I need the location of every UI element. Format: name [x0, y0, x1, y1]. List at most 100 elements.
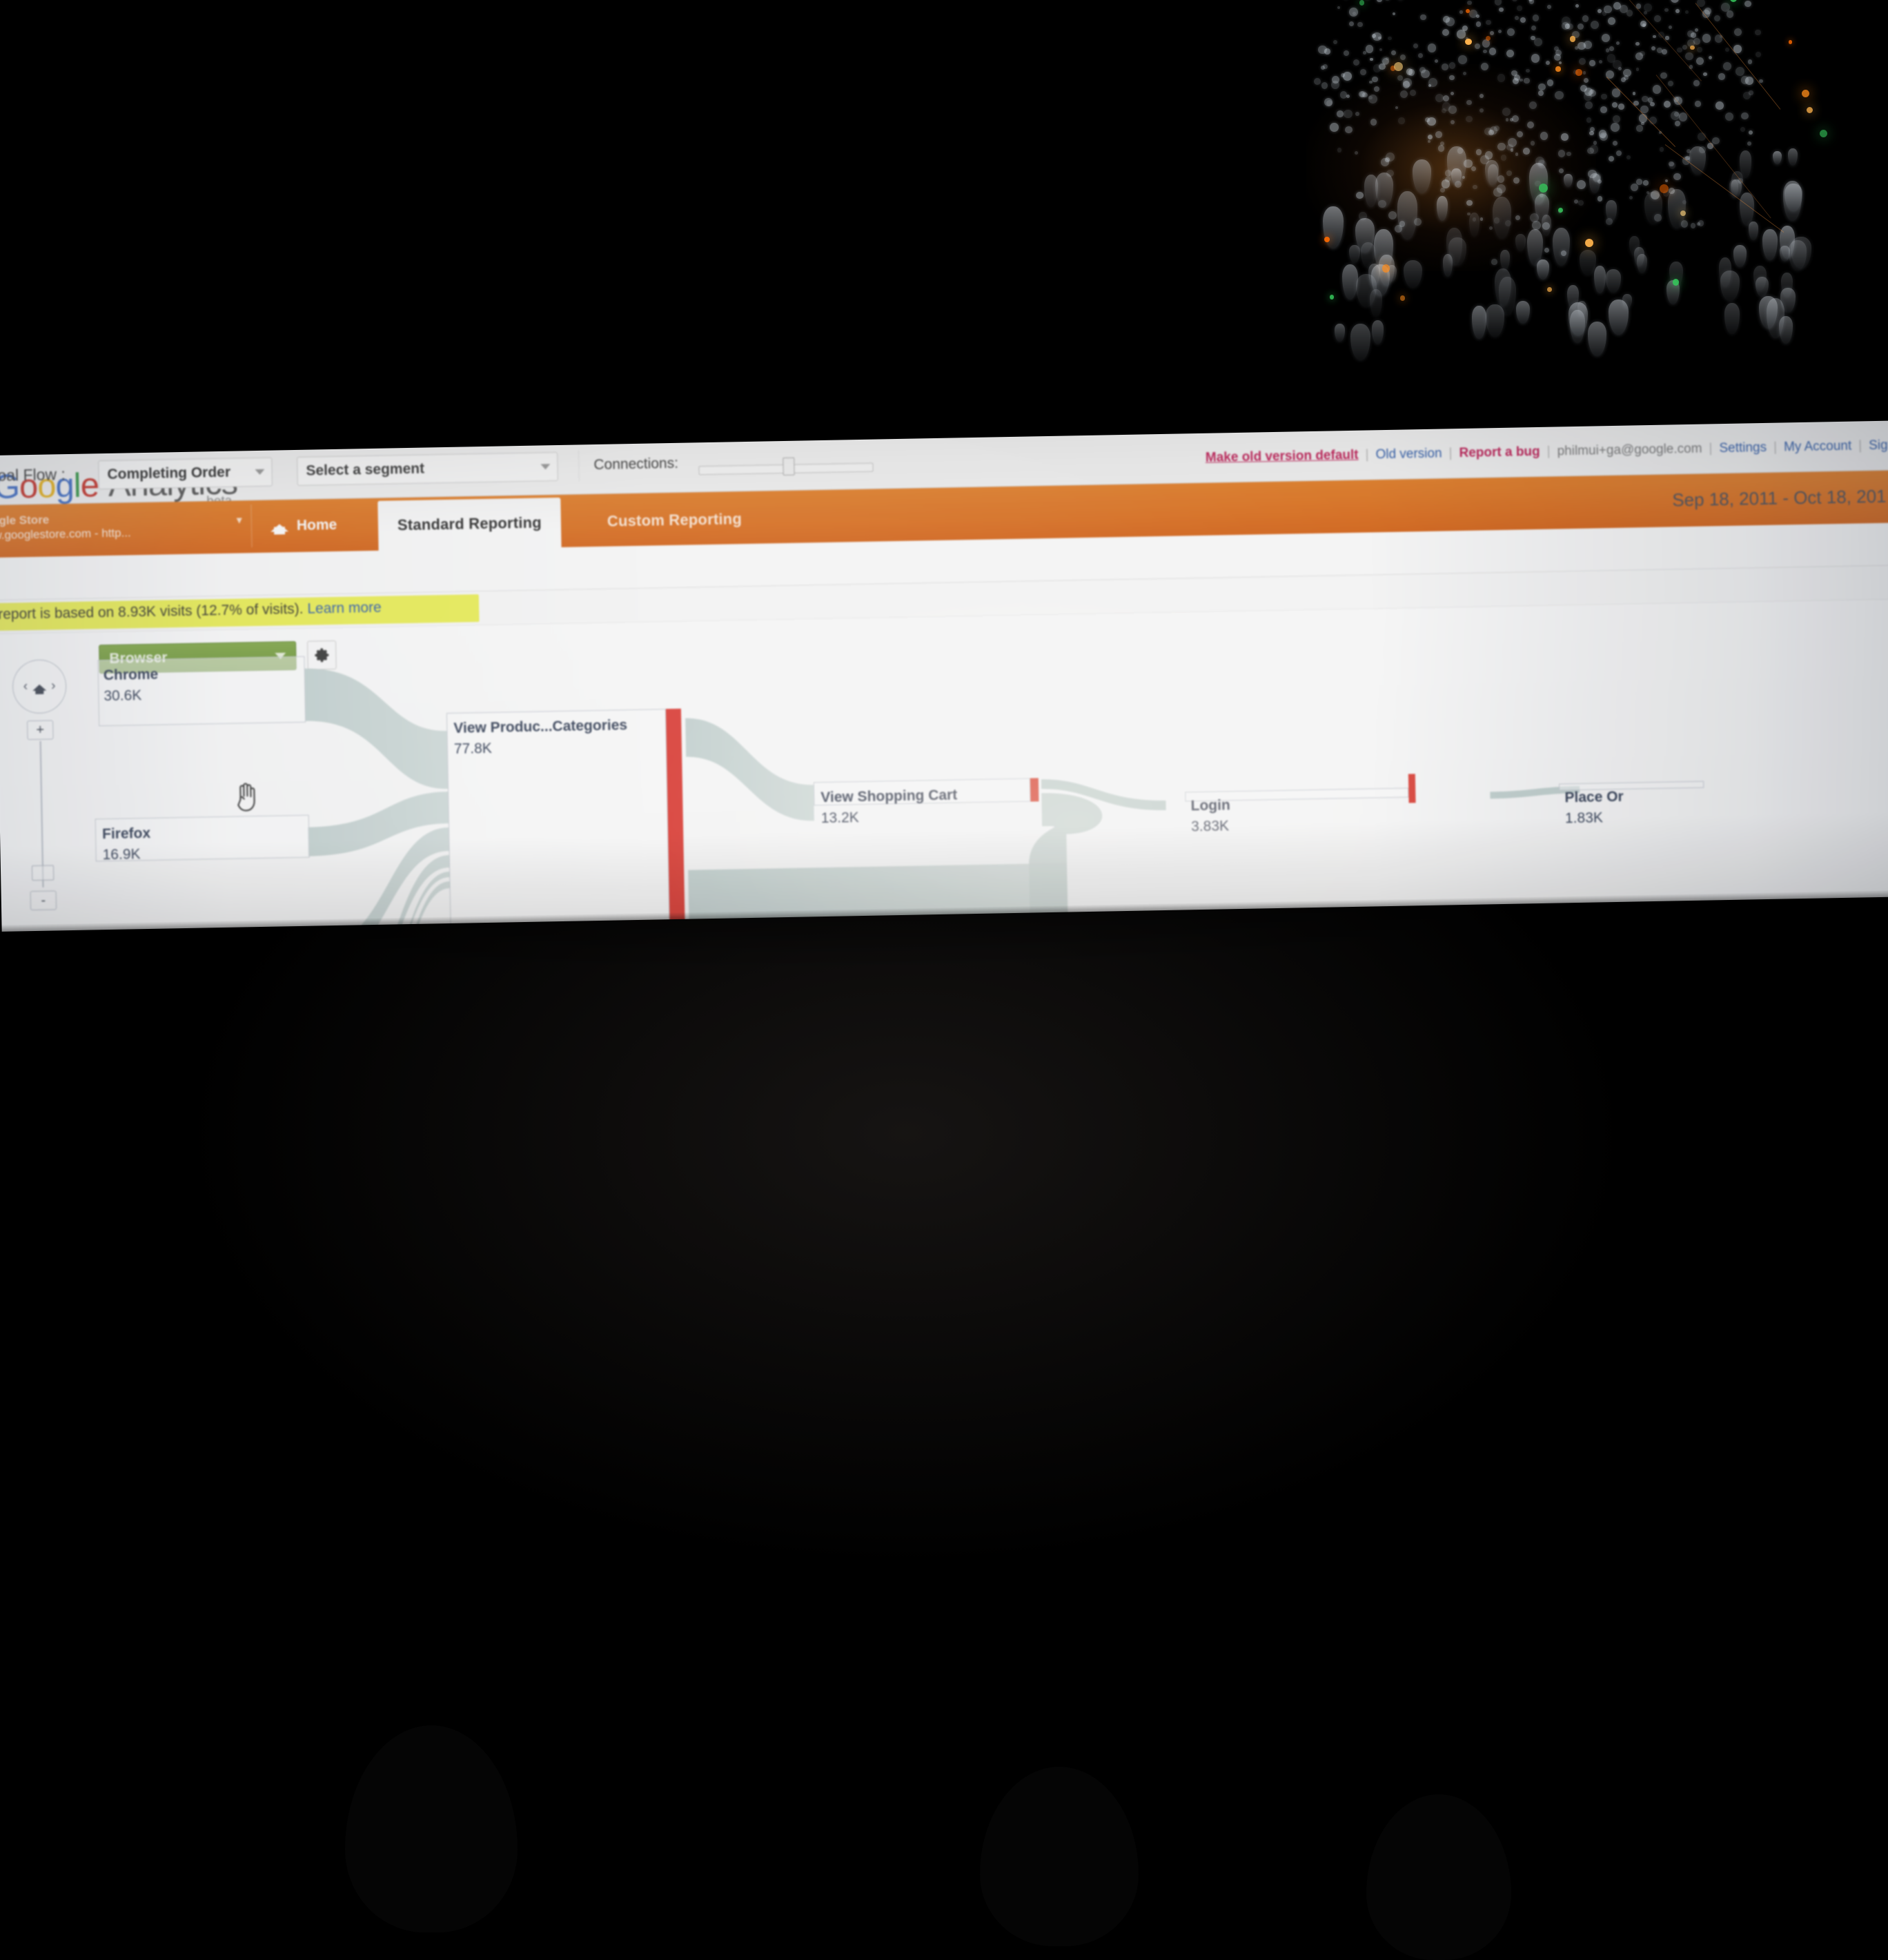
account-email-link[interactable]: philmui+ga@google.com	[1557, 442, 1702, 460]
sign-out-link[interactable]: Sign	[1869, 438, 1888, 453]
chandelier-crystal	[1664, 101, 1671, 108]
chandelier-light-streak	[1665, 144, 1784, 233]
chandelier-crystal	[1609, 46, 1614, 51]
report-a-bug-link[interactable]: Report a bug	[1459, 444, 1540, 461]
chandelier-drop	[1622, 294, 1632, 308]
chandelier-crystal	[1658, 32, 1664, 38]
chandelier-crystal	[1609, 156, 1614, 161]
chandelier-crystal	[1399, 221, 1406, 227]
chandelier-crystal	[1590, 145, 1598, 153]
chandelier-light-spark	[1807, 107, 1813, 114]
node-value: 30.6K	[104, 685, 159, 707]
chandelier-crystal	[1531, 26, 1536, 30]
chandelier-crystal	[1685, 156, 1689, 160]
chandelier-drop	[1537, 259, 1549, 279]
chandelier-drop	[1731, 171, 1742, 195]
goal-select[interactable]: Completing Order	[98, 458, 273, 490]
chandelier-crystal	[1629, 196, 1633, 199]
chandelier-crystal	[1599, 60, 1602, 63]
chandelier-crystal	[1381, 158, 1389, 166]
chandelier-crystal	[1597, 179, 1602, 184]
chandelier-crystal	[1540, 132, 1548, 139]
connections-label: Connections:	[593, 455, 678, 473]
nav-home-button[interactable]: Home	[271, 509, 337, 543]
chandelier-crystal	[1517, 6, 1522, 11]
chandelier-drop	[1756, 277, 1769, 297]
tab-custom-reporting[interactable]: Custom Reporting	[587, 494, 761, 547]
node-label-chrome: Chrome 30.6K	[104, 665, 159, 707]
chandelier-crystal	[1362, 92, 1367, 97]
chandelier-crystal	[1324, 98, 1333, 106]
chandelier-crystal	[1515, 153, 1519, 156]
nav-separator: |	[1358, 447, 1375, 462]
chandelier-drop	[1495, 268, 1511, 306]
chevron-down-icon[interactable]: ▼	[235, 514, 244, 525]
chandelier-crystal	[1318, 46, 1327, 55]
chandelier-crystal	[1435, 131, 1442, 138]
chandelier-drop	[1356, 274, 1377, 308]
chandelier-crystal	[1379, 48, 1382, 51]
chandelier-drop	[1781, 273, 1793, 297]
chandelier-drop	[1644, 192, 1663, 224]
chandelier-crystal	[1575, 46, 1578, 50]
chandelier-crystal	[1682, 45, 1687, 50]
chandelier-light-streak	[1655, 75, 1771, 218]
chandelier-crystal	[1555, 91, 1564, 100]
chandelier-crystal	[1511, 70, 1517, 76]
chandelier-crystal	[1331, 81, 1339, 89]
chandelier-crystal	[1386, 170, 1393, 177]
chandelier-crystal	[1451, 120, 1455, 124]
chandelier-crystal	[1488, 130, 1494, 135]
chandelier-crystal	[1607, 54, 1615, 62]
chandelier-crystal	[1718, 73, 1725, 80]
chandelier-crystal	[1467, 1, 1472, 6]
chandelier-crystal	[1669, 162, 1676, 169]
chandelier-crystal	[1559, 61, 1562, 64]
chandelier-crystal	[1527, 121, 1534, 128]
chandelier-crystal	[1428, 43, 1436, 52]
chandelier-crystal	[1712, 137, 1720, 145]
chandelier-light-spark	[1680, 210, 1686, 216]
chandelier-crystal	[1695, 101, 1700, 106]
chandelier-crystal	[1471, 166, 1476, 171]
goal-flow-sankey-diagram[interactable]	[0, 599, 1888, 931]
chandelier-crystal	[1529, 101, 1537, 109]
old-version-link[interactable]: Old version	[1375, 447, 1442, 463]
tab-standard-reporting[interactable]: Standard Reporting	[377, 498, 561, 551]
make-old-version-default-link[interactable]: Make old version default	[1206, 448, 1359, 466]
chandelier-crystal	[1698, 133, 1706, 141]
chandelier-crystal	[1593, 173, 1601, 181]
profile-selector[interactable]: oogle Store ww.googlestore.com - http...	[0, 504, 246, 553]
chandelier-drop	[1451, 168, 1462, 184]
my-account-link[interactable]: My Account	[1784, 439, 1852, 455]
chandelier-crystal	[1657, 48, 1662, 53]
chandelier-drop	[1535, 194, 1549, 221]
chandelier-crystal	[1524, 78, 1529, 84]
chandelier-crystal	[1639, 114, 1648, 123]
chandelier-crystal	[1403, 81, 1410, 88]
chandelier-light-spark	[1802, 90, 1809, 97]
chandelier-drop	[1527, 229, 1542, 266]
date-range-selector[interactable]: Sep 18, 2011 - Oct 18, 201	[1672, 486, 1887, 511]
settings-link[interactable]: Settings	[1719, 440, 1767, 456]
audience-head	[345, 1725, 518, 1932]
chandelier-crystal	[1687, 30, 1694, 37]
chandelier-crystal	[1479, 94, 1484, 98]
chandelier-light-spark	[1820, 130, 1827, 137]
chandelier-crystal	[1360, 91, 1366, 97]
learn-more-link[interactable]: Learn more	[307, 600, 382, 617]
chandelier-crystal	[1528, 0, 1533, 1]
chandelier-crystal	[1457, 148, 1464, 154]
segment-select[interactable]: Select a segment	[297, 452, 558, 486]
chandelier-crystal	[1506, 170, 1512, 176]
chandelier-crystal	[1593, 141, 1597, 144]
connections-slider-handle[interactable]	[783, 458, 794, 476]
chandelier-crystal	[1649, 117, 1657, 124]
node-value: 77.8K	[454, 736, 628, 761]
goal-flow-canvas[interactable]: ‹ › + - Browser	[0, 598, 1888, 931]
chandelier-drop	[1472, 306, 1486, 339]
chandelier-crystal	[1462, 26, 1468, 31]
chandelier-crystal	[1734, 28, 1742, 36]
chandelier-crystal	[1438, 145, 1445, 152]
chandelier-drop	[1355, 218, 1375, 253]
